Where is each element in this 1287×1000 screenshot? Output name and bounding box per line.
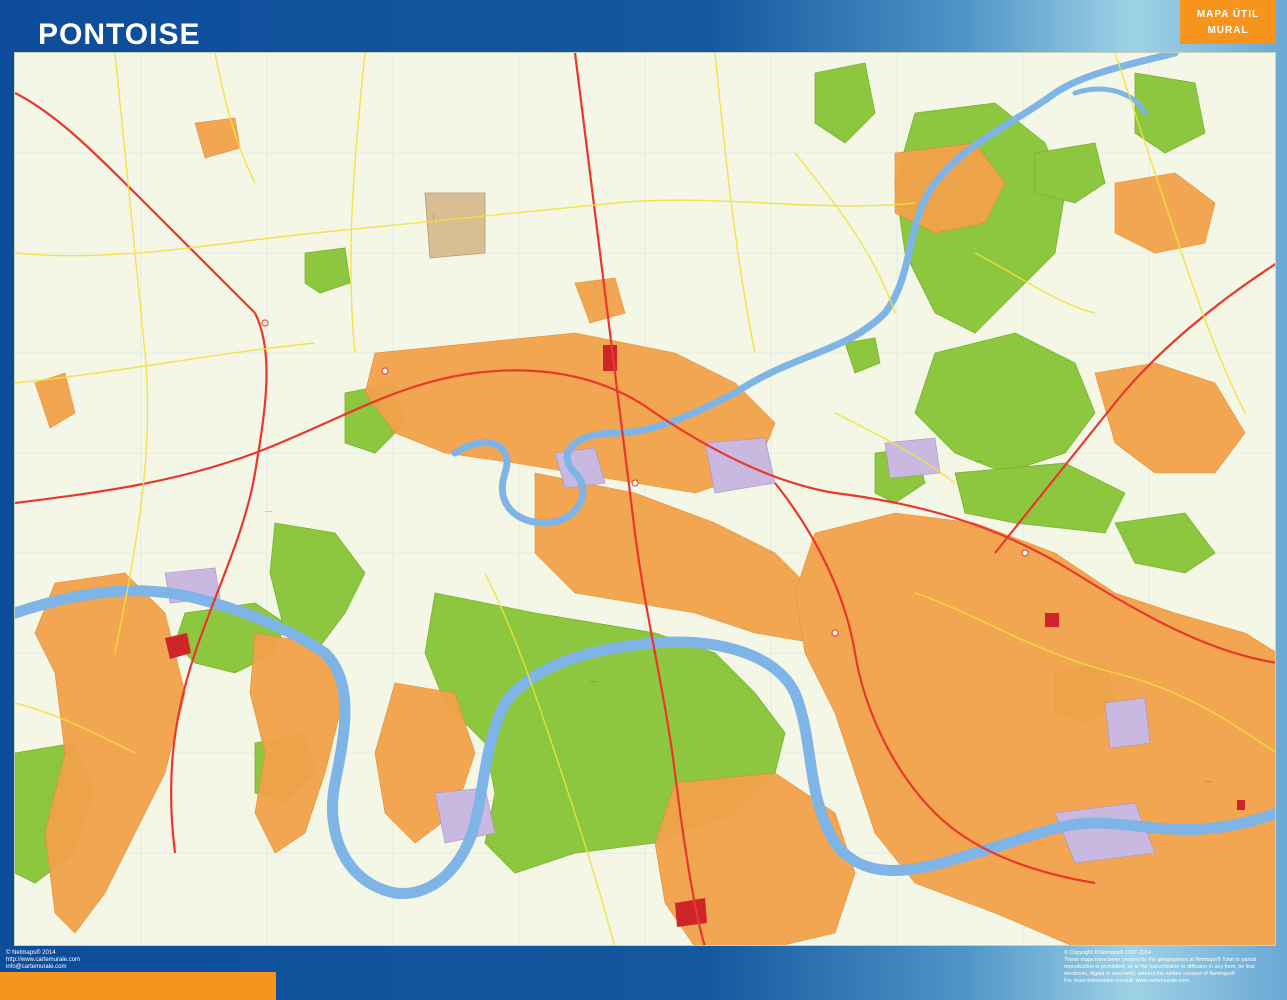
map-canvas: ····· ····· ····· ····· ····· — [15, 53, 1275, 945]
footer-left-line: © Netmaps® 2014 — [6, 950, 56, 956]
footer-orange-bar — [0, 972, 276, 1000]
map-title: PONTOISE — [38, 18, 201, 51]
footer-right-line: These maps have been created by the geog… — [1064, 957, 1257, 963]
footer-left-line[interactable]: http://www.cartemurale.com — [6, 957, 80, 964]
footer-right-line: © Copyright ©Netmaps® 1997-2014 — [1064, 950, 1151, 956]
mapa-util-badge: MAPA ÚTIL MURAL — [1180, 0, 1276, 44]
badge-line-2: MURAL — [1207, 25, 1249, 36]
airfield-area — [424, 192, 486, 259]
svg-text:·····: ····· — [265, 510, 272, 515]
footer-right-line: For more information consult: www.cartem… — [1064, 978, 1189, 984]
footer-right-line: electronic, digital or mechanic; without… — [1064, 971, 1235, 977]
svg-text:·····: ····· — [432, 214, 437, 221]
footer-left-line[interactable]: info@cartemurale.com — [6, 964, 80, 971]
badge-line-1: MAPA ÚTIL — [1196, 9, 1260, 20]
footer-copyright-right: © Copyright ©Netmaps® 1997-2014 These ma… — [1064, 950, 1274, 985]
svg-text:·····: ····· — [590, 680, 597, 685]
street-map[interactable]: ····· ····· ····· ····· ····· — [14, 52, 1276, 946]
footer-right-line: reproduction is prohibited; as is the tr… — [1064, 964, 1255, 970]
svg-text:·····: ····· — [1205, 780, 1212, 785]
footer-credits-left: © Netmaps® 2014 http://www.cartemurale.c… — [6, 950, 80, 971]
svg-text:·····: ····· — [975, 460, 982, 465]
